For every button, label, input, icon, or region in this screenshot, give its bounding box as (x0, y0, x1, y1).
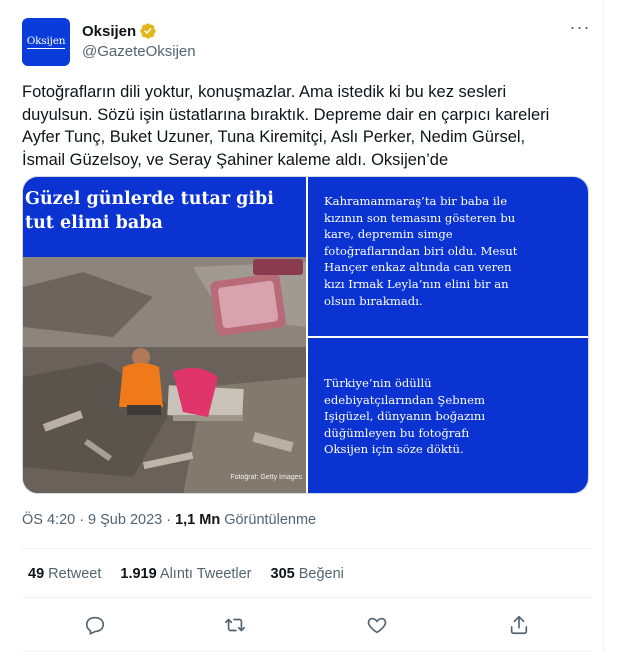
tweet-detail: Oksijen Oksijen @GazeteOksijen ··· Fotoğ… (0, 0, 604, 652)
reply-icon[interactable] (82, 612, 108, 638)
display-name[interactable]: Oksijen (82, 23, 136, 40)
handle[interactable]: @GazeteOksijen (82, 43, 196, 60)
photo-panel[interactable]: Güzel günlerde tutar gibi tut elimi baba… (23, 177, 306, 493)
quotes-stat[interactable]: 1.919 Alıntı Tweetler (120, 566, 251, 582)
text-panel-bottom[interactable]: Türkiye’nin ödüllü edebiyatçılarından Şe… (308, 338, 588, 493)
meta-separator: · (166, 512, 172, 528)
meta-separator: · (79, 512, 85, 528)
photo-credit: Fotoğraf: Getty Images (230, 474, 302, 481)
divider (22, 548, 592, 549)
tweet-text: Fotoğrafların dili yoktur, konuşmazlar. … (22, 83, 550, 169)
tweet-time[interactable]: ÖS 4:20 (22, 512, 75, 528)
panel-top-text: Kahramanmaraş’ta bir baba ile kızının so… (324, 194, 518, 308)
likes-stat[interactable]: 305 Beğeni (271, 566, 344, 582)
likes-label: Beğeni (298, 566, 344, 582)
more-options-icon[interactable]: ··· (568, 18, 592, 40)
avatar-logo: Oksijen (26, 35, 66, 49)
panel-bottom-text: Türkiye’nin ödüllü edebiyatçılarından Şe… (324, 376, 486, 457)
views-count: 1,1 Mn (175, 512, 221, 528)
likes-count: 305 (270, 566, 295, 582)
retweets-stat[interactable]: 49 Retweet (28, 566, 101, 582)
tweet-header: Oksijen Oksijen @GazeteOksijen ··· (22, 18, 592, 68)
tweet-date[interactable]: 9 Şub 2023 (88, 512, 162, 528)
media-card[interactable]: Güzel günlerde tutar gibi tut elimi baba… (22, 176, 589, 494)
photo-title: Güzel günlerde tutar gibi tut elimi baba (25, 189, 274, 233)
divider (22, 597, 592, 598)
action-bar (22, 612, 592, 638)
tweet-meta: ÖS 4:20 · 9 Şub 2023 · 1,1 Mn Görüntülen… (22, 512, 316, 528)
views-label: Görüntülenme (224, 512, 317, 528)
retweets-label: Retweet (48, 566, 102, 582)
quotes-label: Alıntı Tweetler (159, 566, 252, 582)
retweet-icon[interactable] (222, 612, 248, 638)
verified-badge-icon (140, 23, 156, 39)
tweet-stats: 49 Retweet 1.919 Alıntı Tweetler 305 Beğ… (28, 566, 344, 582)
name-row: Oksijen (82, 22, 157, 40)
share-icon[interactable] (506, 612, 532, 638)
like-icon[interactable] (364, 612, 390, 638)
retweets-count: 49 (28, 566, 45, 582)
avatar[interactable]: Oksijen (22, 18, 70, 66)
text-panel-top[interactable]: Kahramanmaraş’ta bir baba ile kızının so… (308, 177, 588, 336)
quotes-count: 1.919 (120, 566, 157, 582)
